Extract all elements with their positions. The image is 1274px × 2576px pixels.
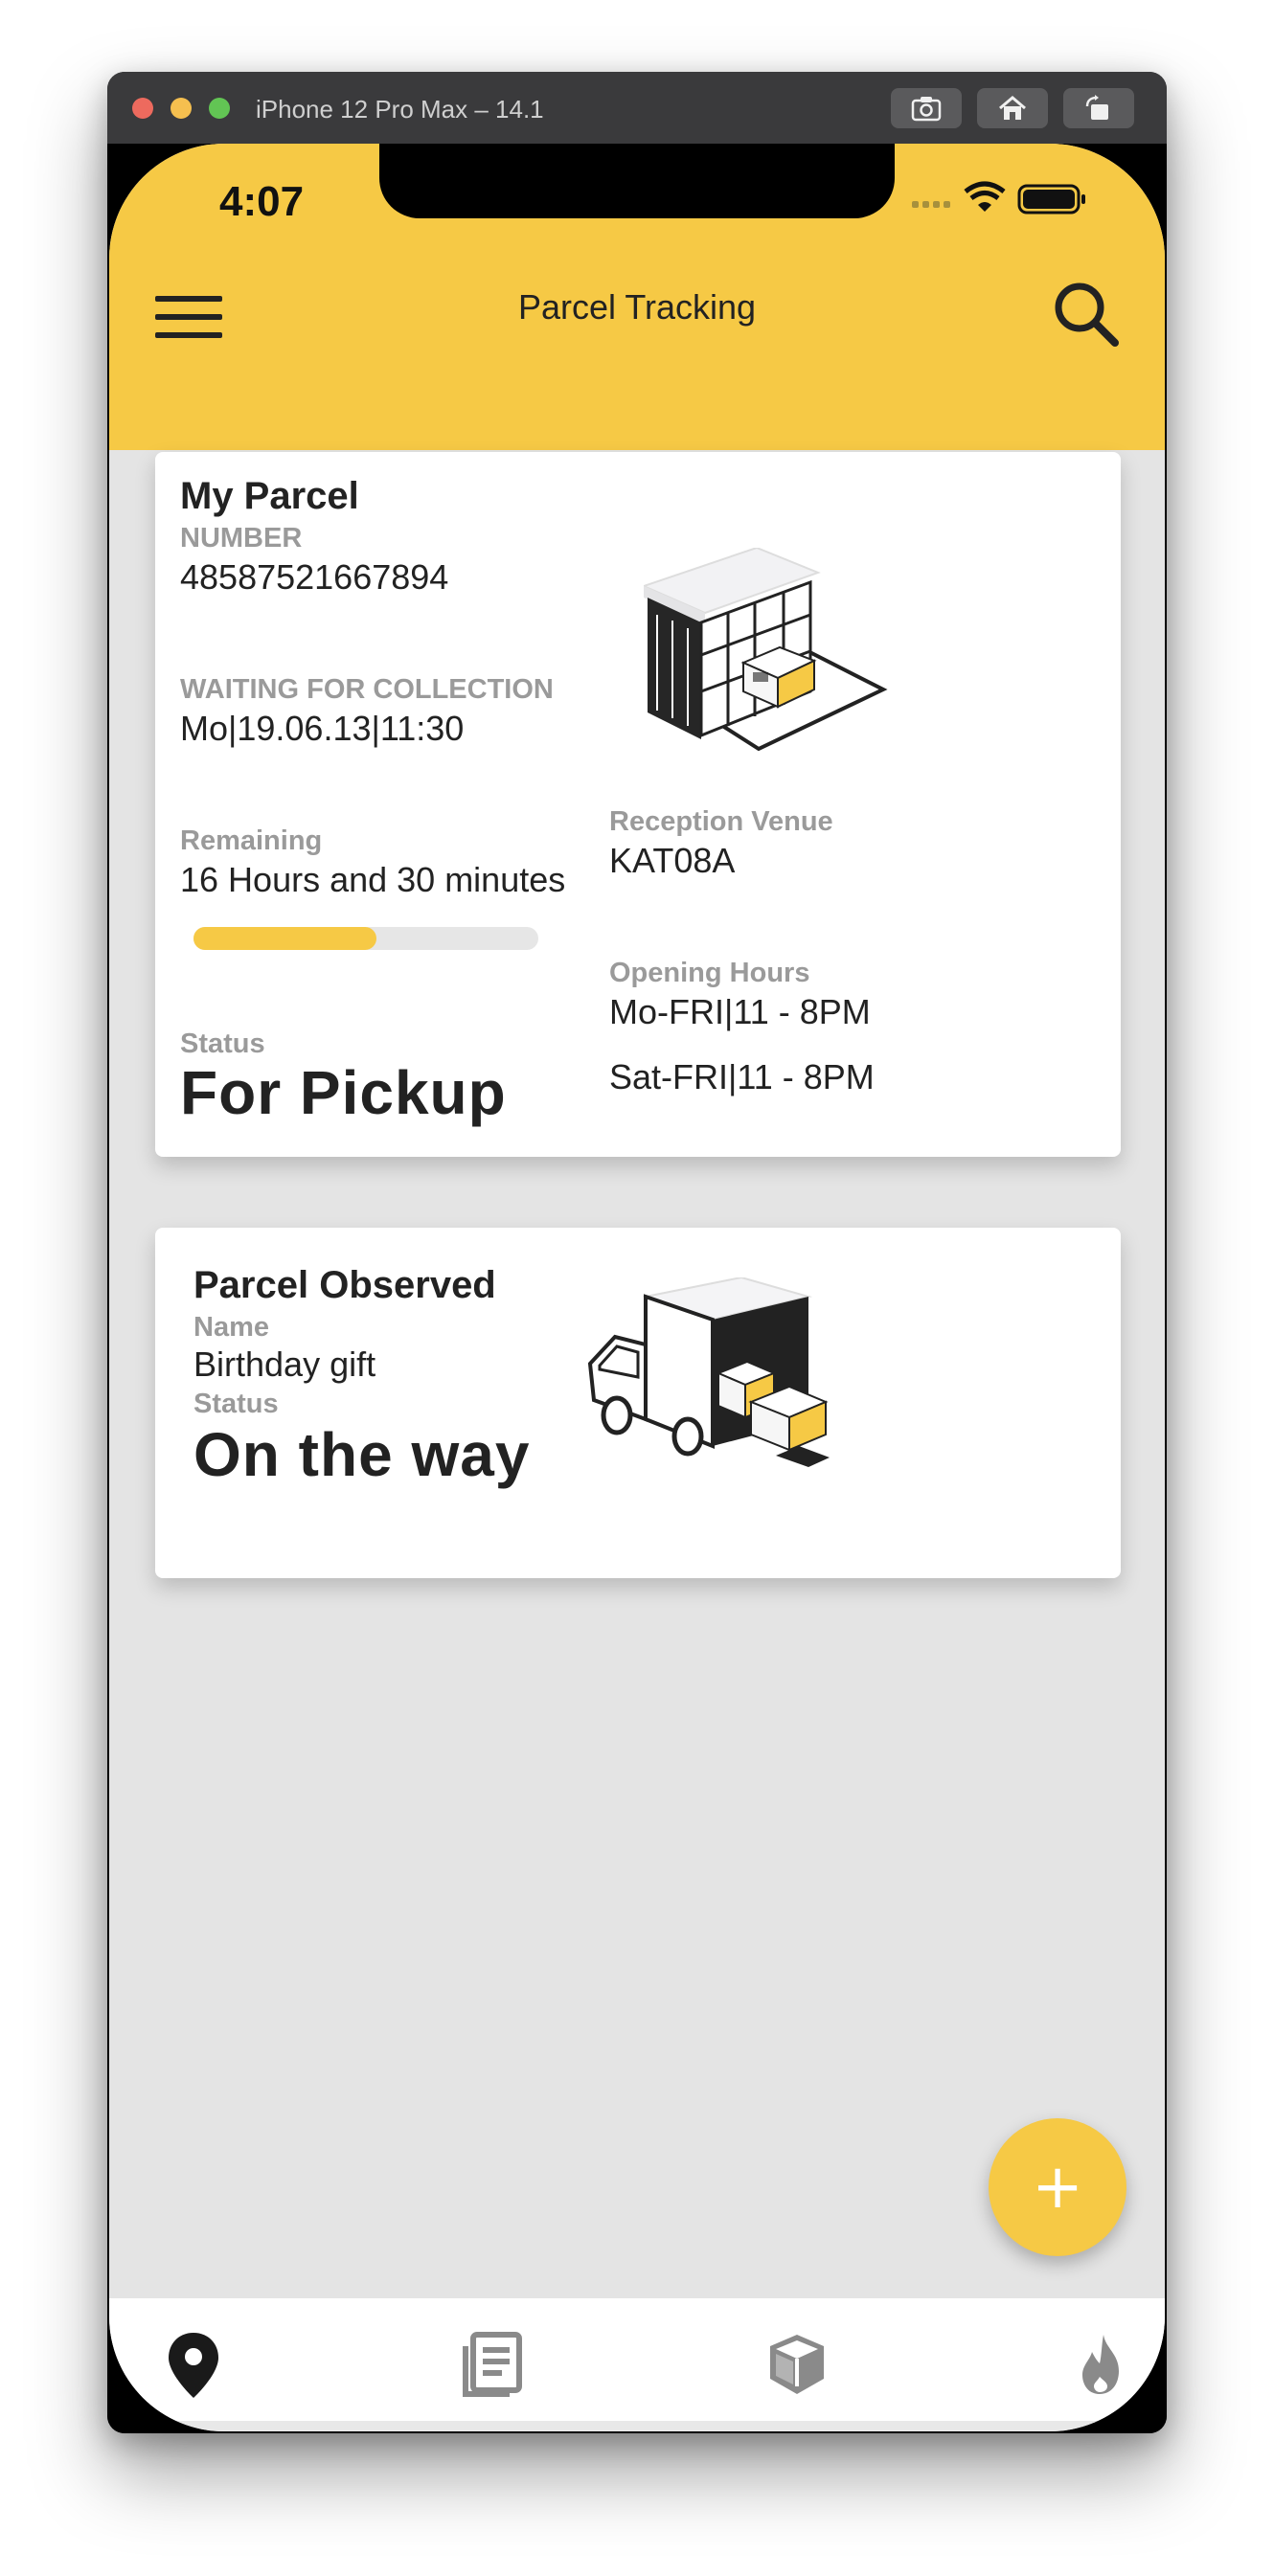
app-title: Parcel Tracking bbox=[517, 287, 757, 327]
reception-venue-value: KAT08A bbox=[609, 841, 736, 880]
parcel-number: 48587521667894 bbox=[180, 557, 449, 597]
rotate-icon bbox=[1085, 95, 1108, 120]
home-button[interactable] bbox=[977, 88, 1048, 128]
observed-status-label: Status bbox=[193, 1389, 279, 1419]
nav-item-news[interactable] bbox=[456, 2327, 533, 2404]
opening-hours-weekend: Sat-FRI|11 - 8PM bbox=[609, 1057, 875, 1096]
remaining-progress-bar bbox=[193, 927, 538, 950]
notch bbox=[379, 144, 895, 218]
delivery-truck-illustration bbox=[587, 1276, 847, 1493]
observed-title: Parcel Observed bbox=[193, 1264, 496, 1306]
battery-icon bbox=[1017, 184, 1085, 215]
rotate-button[interactable] bbox=[1063, 88, 1134, 128]
nav-item-trending[interactable] bbox=[1063, 2327, 1140, 2404]
camera-icon bbox=[911, 97, 942, 122]
remaining-progress-fill bbox=[193, 927, 376, 950]
nav-item-package[interactable] bbox=[759, 2327, 835, 2404]
bottom-navigation bbox=[109, 2298, 1165, 2421]
status-label: Status bbox=[180, 1028, 265, 1059]
observed-name-value: Birthday gift bbox=[193, 1344, 376, 1384]
status-icons bbox=[912, 180, 1103, 223]
status-value: For Pickup bbox=[180, 1058, 507, 1127]
number-label: NUMBER bbox=[180, 523, 303, 554]
maximize-window-button[interactable] bbox=[209, 98, 230, 119]
nav-item-location[interactable] bbox=[155, 2327, 232, 2404]
minimize-window-button[interactable] bbox=[171, 98, 192, 119]
remaining-time: 16 Hours and 30 minutes bbox=[180, 860, 566, 899]
my-parcel-card[interactable]: My Parcel NUMBER 48587521667894 WAITING … bbox=[155, 452, 1121, 1157]
parcel-locker-illustration bbox=[641, 546, 893, 763]
collection-date: Mo|19.06.13|11:30 bbox=[180, 709, 465, 748]
package-icon bbox=[770, 2335, 824, 2394]
observed-parcel-card[interactable]: Parcel Observed Name Birthday gift Statu… bbox=[155, 1228, 1121, 1578]
opening-hours-weekday: Mo-FRI|11 - 8PM bbox=[609, 992, 871, 1031]
simulator-title: iPhone 12 Pro Max – 14.1 bbox=[256, 95, 544, 124]
home-icon bbox=[999, 96, 1026, 120]
card-title: My Parcel bbox=[180, 475, 359, 517]
plus-icon: + bbox=[1032, 2152, 1083, 2223]
simulator-titlebar: iPhone 12 Pro Max – 14.1 bbox=[107, 72, 1167, 145]
screenshot-button[interactable] bbox=[891, 88, 962, 128]
signal-icon bbox=[912, 201, 950, 208]
add-parcel-button[interactable]: + bbox=[989, 2118, 1126, 2256]
home-indicator-area bbox=[109, 2421, 1165, 2431]
status-time: 4:07 bbox=[219, 178, 305, 225]
wifi-icon bbox=[964, 181, 1006, 212]
close-window-button[interactable] bbox=[132, 98, 153, 119]
observed-name-label: Name bbox=[193, 1312, 269, 1343]
opening-hours-label: Opening Hours bbox=[609, 958, 810, 988]
flame-icon bbox=[1082, 2335, 1119, 2394]
remaining-label: Remaining bbox=[180, 825, 323, 856]
collection-label: WAITING FOR COLLECTION bbox=[180, 674, 554, 705]
simulator-window: iPhone 12 Pro Max – 14.1 4:07 Parcel Tra… bbox=[107, 72, 1167, 2433]
news-icon bbox=[463, 2332, 522, 2397]
observed-status-value: On the way bbox=[193, 1420, 531, 1489]
phone-screen: 4:07 Parcel Tracking My Parcel NUMBER 48… bbox=[109, 144, 1165, 2431]
location-pin-icon bbox=[169, 2333, 218, 2398]
reception-venue-label: Reception Venue bbox=[609, 806, 833, 837]
search-icon[interactable] bbox=[1052, 280, 1121, 353]
